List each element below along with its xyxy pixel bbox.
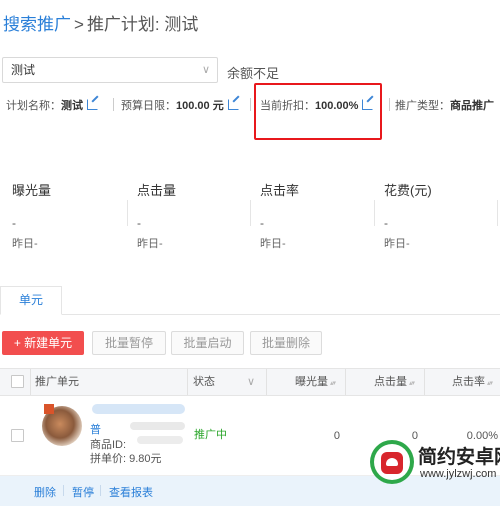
edit-icon[interactable] xyxy=(227,99,239,110)
table-header: 推广单元 状态 ∨ 曝光量 点击量 点击率 xyxy=(0,368,500,396)
select-all-checkbox[interactable] xyxy=(11,375,24,388)
header-impressions[interactable]: 曝光量 xyxy=(295,369,335,395)
edit-icon[interactable] xyxy=(87,99,98,110)
watermark-url: www.jylzwj.com xyxy=(420,468,497,480)
breadcrumb-current: 推广计划: 测试 xyxy=(86,15,199,34)
stat-ctr: 点击率 - 昨日- xyxy=(260,180,299,251)
action-divider xyxy=(63,485,64,496)
stat-divider xyxy=(374,200,375,226)
stat-yesterday: 昨日- xyxy=(260,238,286,250)
blurred-text xyxy=(92,404,185,414)
discount-highlight-box xyxy=(254,83,382,140)
header-unit: 推广单元 xyxy=(35,376,79,388)
stat-value: - xyxy=(137,216,141,230)
plan-name-info: 计划名称：测试 xyxy=(6,97,98,113)
pause-link[interactable]: 暂停 xyxy=(72,484,94,500)
tab-units[interactable]: 单元 xyxy=(0,286,62,315)
stat-yesterday: 昨日- xyxy=(137,238,163,250)
breadcrumb: 搜索推广 > 推广计划: 测试 xyxy=(3,10,198,35)
breadcrumb-separator: > xyxy=(74,15,84,34)
promo-type-value: 商品推广 xyxy=(450,100,494,112)
product-tag-icon xyxy=(44,404,54,414)
view-report-link[interactable]: 查看报表 xyxy=(109,484,153,500)
status-filter-icon[interactable]: ∨ xyxy=(247,369,255,395)
column-divider xyxy=(30,369,31,395)
stat-yesterday: 昨日- xyxy=(12,238,38,250)
budget-value: 100.00 元 xyxy=(176,100,224,112)
unit-toolbar: + 新建单元 批量暂停 批量启动 批量删除 xyxy=(0,331,500,355)
header-ctr[interactable]: 点击率 xyxy=(452,369,492,395)
blurred-text xyxy=(137,436,183,444)
stat-label: 花费(元) xyxy=(384,183,432,198)
stat-label: 点击量 xyxy=(137,183,177,198)
new-unit-button[interactable]: + 新建单元 xyxy=(2,331,84,355)
site-watermark: 简约安卓网 www.jylzwj.com xyxy=(362,438,500,490)
tab-bar: 单元 xyxy=(0,286,500,315)
breadcrumb-root-link[interactable]: 搜索推广 xyxy=(3,15,71,34)
product-name-link[interactable]: 普 xyxy=(90,421,101,437)
column-divider xyxy=(266,369,267,395)
info-divider xyxy=(389,98,390,111)
budget-label: 预算日限： xyxy=(121,100,176,112)
column-divider xyxy=(345,369,346,395)
stat-divider xyxy=(127,200,128,226)
stat-value: - xyxy=(384,216,388,230)
header-clicks[interactable]: 点击量 xyxy=(374,369,414,395)
stats-panel: 曝光量 - 昨日- 点击量 - 昨日- 点击率 - 昨日- 花费(元) - 昨日… xyxy=(0,180,500,250)
plan-name-label: 计划名称： xyxy=(6,100,61,112)
header-status: 状态 xyxy=(193,376,215,388)
stat-label: 曝光量 xyxy=(12,183,52,198)
column-divider xyxy=(187,369,188,395)
stat-divider xyxy=(497,200,498,226)
stat-yesterday: 昨日- xyxy=(384,238,410,250)
plan-info-row: 计划名称：测试 预算日限：100.00 元 当前折扣：100.00% 推广类型：… xyxy=(0,97,500,113)
plan-select-value: 测试 xyxy=(11,63,36,77)
stat-cost: 花费(元) - 昨日- xyxy=(384,180,432,251)
status-text: 推广中 xyxy=(194,429,227,441)
stat-clicks: 点击量 - 昨日- xyxy=(137,180,176,251)
promo-type-label: 推广类型： xyxy=(395,100,450,112)
plan-select[interactable]: 测试 ∨ xyxy=(2,57,218,83)
row-checkbox[interactable] xyxy=(11,429,24,442)
balance-warning: 余额不足 xyxy=(227,66,280,81)
stat-value: - xyxy=(260,216,264,230)
batch-start-button[interactable]: 批量启动 xyxy=(171,331,244,355)
android-logo-icon xyxy=(374,444,410,480)
impressions-value: 0 xyxy=(333,430,340,442)
action-divider xyxy=(100,485,101,496)
stat-label: 点击率 xyxy=(260,183,300,198)
info-divider xyxy=(113,98,114,111)
batch-pause-button[interactable]: 批量暂停 xyxy=(92,331,166,355)
chevron-down-icon: ∨ xyxy=(201,64,210,76)
stat-impressions: 曝光量 - 昨日- xyxy=(12,180,51,251)
budget-info: 预算日限：100.00 元 xyxy=(121,97,239,113)
blurred-text xyxy=(130,422,185,430)
stat-divider xyxy=(250,200,251,226)
delete-link[interactable]: 删除 xyxy=(34,484,56,500)
promo-type-info: 推广类型：商品推广 xyxy=(395,97,494,113)
column-divider xyxy=(424,369,425,395)
watermark-title: 简约安卓网 xyxy=(418,447,500,468)
stat-value: - xyxy=(12,216,16,230)
product-price: 拼单价: 9.80元 xyxy=(90,453,162,465)
info-divider xyxy=(250,98,251,111)
batch-delete-button[interactable]: 批量删除 xyxy=(250,331,322,355)
plan-name-value: 测试 xyxy=(61,100,83,112)
